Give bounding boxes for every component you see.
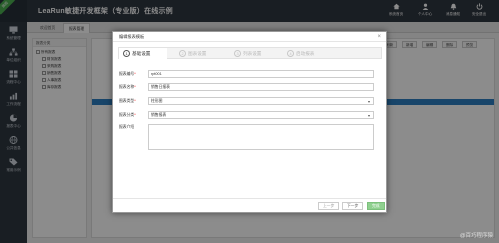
chevron-down-icon [368, 114, 370, 117]
required-mark: * [134, 113, 136, 117]
edit-report-dialog: 编辑报表模板 × 1 基础设置 2 图表设置 3 列表设置 4 启动报表 报表编号* r… [112, 31, 387, 213]
step-label: 列表设置 [243, 51, 262, 56]
step-number: 1 [123, 49, 130, 57]
close-icon[interactable]: × [377, 33, 381, 41]
dialog-footer: 上一步 下一步 完成 [113, 198, 386, 212]
report-name-input[interactable]: 销售日报表 [148, 83, 374, 91]
field-label: 报表分类* [119, 112, 147, 119]
step-label: 图表设置 [188, 51, 207, 56]
watermark: @百巧程序猿 [459, 233, 493, 239]
step-number: 2 [179, 49, 186, 57]
field-label-text: 报表名称 [119, 85, 135, 89]
prev-button[interactable]: 上一步 [318, 202, 340, 210]
field-label: 报表名称* [119, 84, 147, 91]
field-label-text: 报表编号 [119, 72, 135, 76]
chevron-down-icon [368, 100, 370, 103]
field-label: 图表类型* [119, 98, 147, 105]
field-label: 报表编号* [119, 71, 147, 78]
step-number: 3 [234, 49, 241, 57]
finish-button[interactable]: 完成 [367, 202, 385, 210]
step-basic[interactable]: 1 基础设置 [119, 48, 167, 60]
step-label: 启动报表 [296, 51, 315, 56]
description-textarea[interactable] [148, 124, 374, 150]
required-mark: * [134, 85, 136, 89]
required-mark: * [134, 72, 136, 76]
next-button[interactable]: 下一步 [342, 202, 364, 210]
step-launch[interactable]: 4 启动报表 [287, 48, 314, 60]
wizard-steps: 1 基础设置 2 图表设置 3 列表设置 4 启动报表 [118, 47, 382, 60]
step-list[interactable]: 3 列表设置 [234, 48, 261, 60]
category-value: 销售报表 [151, 113, 167, 117]
required-mark: * [134, 99, 136, 103]
step-number: 4 [287, 49, 294, 57]
chart-type-value: 柱形图 [151, 99, 163, 103]
step-label: 基础设置 [132, 51, 151, 56]
dialog-title: 编辑报表模板 [113, 32, 386, 42]
report-category-select[interactable]: 销售报表 [148, 111, 374, 119]
field-label-text: 报表分类 [119, 113, 135, 117]
chart-type-select[interactable]: 柱形图 [148, 97, 374, 105]
step-chart[interactable]: 2 图表设置 [179, 48, 206, 60]
report-code-input[interactable]: rpt001 [148, 70, 374, 78]
field-label-text: 图表类型 [119, 99, 135, 103]
description-label: 报表介绍 [119, 125, 135, 129]
